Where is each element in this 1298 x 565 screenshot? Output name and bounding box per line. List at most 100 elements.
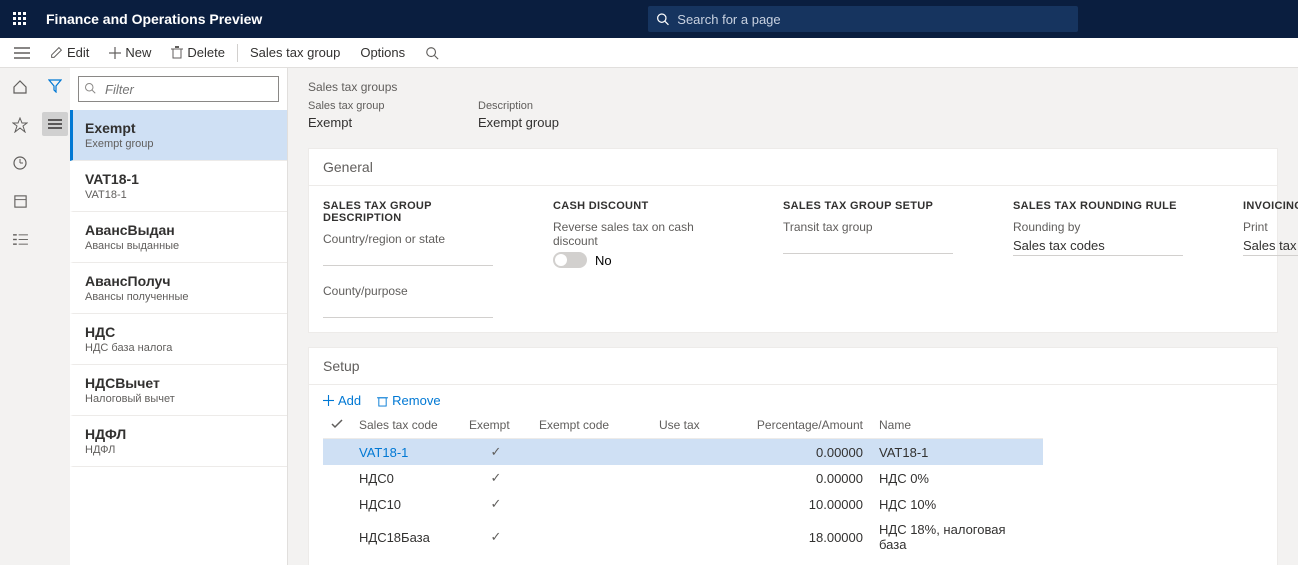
col-name[interactable]: Name (871, 412, 1043, 439)
table-row[interactable]: НДС10✓ 10.00000НДС 10% (323, 491, 1043, 517)
cell-exempt-code[interactable] (531, 491, 651, 517)
options-button[interactable]: Options (350, 38, 415, 67)
global-search[interactable] (648, 6, 1078, 32)
cell-exempt[interactable]: ✓ (461, 491, 531, 517)
list-item-title: VAT18-1 (85, 171, 275, 187)
list-item[interactable]: VAT18-1 VAT18-1 (70, 161, 287, 212)
recent-icon[interactable] (11, 154, 29, 172)
delete-button[interactable]: Delete (161, 38, 235, 67)
list-item-sub: VAT18-1 (85, 189, 275, 201)
cell-exempt[interactable]: ✓ (461, 517, 531, 557)
field-label: County/purpose (323, 284, 493, 298)
col-use-tax[interactable]: Use tax (651, 412, 731, 439)
cell-name[interactable]: VAT18-1 (871, 439, 1043, 466)
setup-header[interactable]: Setup (309, 348, 1277, 385)
col-code[interactable]: Sales tax code (351, 412, 461, 439)
cell-code[interactable]: НДС0 (351, 465, 461, 491)
field-label: Description (478, 100, 618, 112)
cell-use-tax[interactable] (651, 491, 731, 517)
transit-field[interactable] (783, 236, 953, 254)
col-exempt-code[interactable]: Exempt code (531, 412, 651, 439)
toggle-value: No (595, 253, 612, 268)
plus-icon (109, 47, 121, 59)
cell-exempt-code[interactable] (531, 517, 651, 557)
list-item-sub: Налоговый вычет (85, 393, 275, 405)
app-title: Finance and Operations Preview (46, 11, 262, 27)
general-header[interactable]: General (309, 149, 1277, 186)
workspace-icon[interactable] (11, 192, 29, 210)
new-button[interactable]: New (99, 38, 161, 67)
divider (237, 44, 238, 62)
cell-name[interactable]: НДС 18%, налоговая база (871, 517, 1043, 557)
trash-icon (377, 395, 388, 407)
field-label: Sales tax group (308, 100, 448, 112)
app-launcher[interactable] (0, 12, 40, 26)
plus-icon (323, 395, 334, 406)
find-button[interactable] (415, 38, 453, 67)
list-item[interactable]: ExemptExempt group (70, 110, 287, 161)
list-item[interactable]: АвансВыдан Авансы выданные (70, 212, 287, 263)
cell-use-tax[interactable] (651, 517, 731, 557)
cell-code[interactable]: НДС10 (351, 491, 461, 517)
filter-search-icon (84, 82, 96, 94)
search-icon (656, 12, 669, 26)
list-filter-input[interactable] (78, 76, 279, 102)
nav-toggle[interactable] (4, 47, 40, 59)
cell-code[interactable]: VAT18-1 (351, 439, 461, 466)
edit-button[interactable]: Edit (40, 38, 99, 67)
table-row[interactable]: VAT18-1✓0.00000VAT18-1 (323, 439, 1043, 466)
row-selector[interactable] (323, 439, 351, 466)
cell-use-tax[interactable] (651, 439, 731, 466)
breadcrumb: Sales tax groups (308, 80, 1278, 94)
cell-name[interactable]: НДС 10% (871, 491, 1043, 517)
list-item-sub: Авансы полученные (85, 291, 275, 303)
sales-tax-group-value[interactable]: Exempt (308, 112, 448, 134)
search-input[interactable] (677, 12, 1070, 27)
cell-exempt[interactable]: ✓ (461, 439, 531, 466)
list-item-title: АвансВыдан (85, 222, 275, 238)
reverse-toggle[interactable] (553, 252, 587, 268)
table-row[interactable]: НДС18База✓ 18.00000НДС 18%, налоговая баз… (323, 517, 1043, 557)
cell-exempt[interactable]: ✓ (461, 465, 531, 491)
country-field[interactable] (323, 248, 493, 266)
group-title: SALES TAX GROUP SETUP (783, 200, 953, 212)
col-pct[interactable]: Percentage/Amount (731, 412, 871, 439)
star-icon[interactable] (11, 116, 29, 134)
cell-name[interactable]: НДС 0% (871, 465, 1043, 491)
row-selector[interactable] (323, 465, 351, 491)
funnel-icon[interactable] (45, 76, 65, 96)
rounding-field[interactable]: Sales tax codes (1013, 236, 1183, 256)
modules-icon[interactable] (11, 230, 29, 248)
field-label: Transit tax group (783, 220, 953, 234)
table-row[interactable]: НДС0✓ 0.00000НДС 0% (323, 465, 1043, 491)
cell-pct[interactable]: 10.00000 (731, 491, 871, 517)
cell-pct[interactable]: 0.00000 (731, 465, 871, 491)
delete-label: Delete (187, 45, 225, 60)
cell-pct[interactable]: 0.00000 (731, 439, 871, 466)
description-value[interactable]: Exempt group (478, 112, 618, 134)
grid-add-button[interactable]: Add (323, 393, 361, 408)
list-item-title: НДС (85, 324, 275, 340)
list-item-sub: Exempt group (85, 138, 275, 150)
row-selector[interactable] (323, 491, 351, 517)
cell-exempt-code[interactable] (531, 439, 651, 466)
list-item-sub: Авансы выданные (85, 240, 275, 252)
col-exempt[interactable]: Exempt (461, 412, 531, 439)
search-icon (425, 46, 439, 60)
row-selector[interactable] (323, 517, 351, 557)
cell-code[interactable]: НДС18База (351, 517, 461, 557)
list-item[interactable]: АвансПолучАвансы полученные (70, 263, 287, 314)
list-item[interactable]: НДФЛНДФЛ (70, 416, 287, 467)
cell-exempt-code[interactable] (531, 465, 651, 491)
cell-use-tax[interactable] (651, 465, 731, 491)
list-view-icon[interactable] (42, 112, 68, 136)
entity-button[interactable]: Sales tax group (240, 38, 350, 67)
list-item[interactable]: НДСНДС база налога (70, 314, 287, 365)
county-field[interactable] (323, 300, 493, 318)
cell-pct[interactable]: 18.00000 (731, 517, 871, 557)
select-all-checkbox[interactable] (323, 412, 351, 439)
home-icon[interactable] (11, 78, 29, 96)
grid-remove-button[interactable]: Remove (377, 393, 440, 408)
list-item[interactable]: НДСВычетНалоговый вычет (70, 365, 287, 416)
print-field[interactable]: Sales tax codes (1243, 236, 1298, 256)
